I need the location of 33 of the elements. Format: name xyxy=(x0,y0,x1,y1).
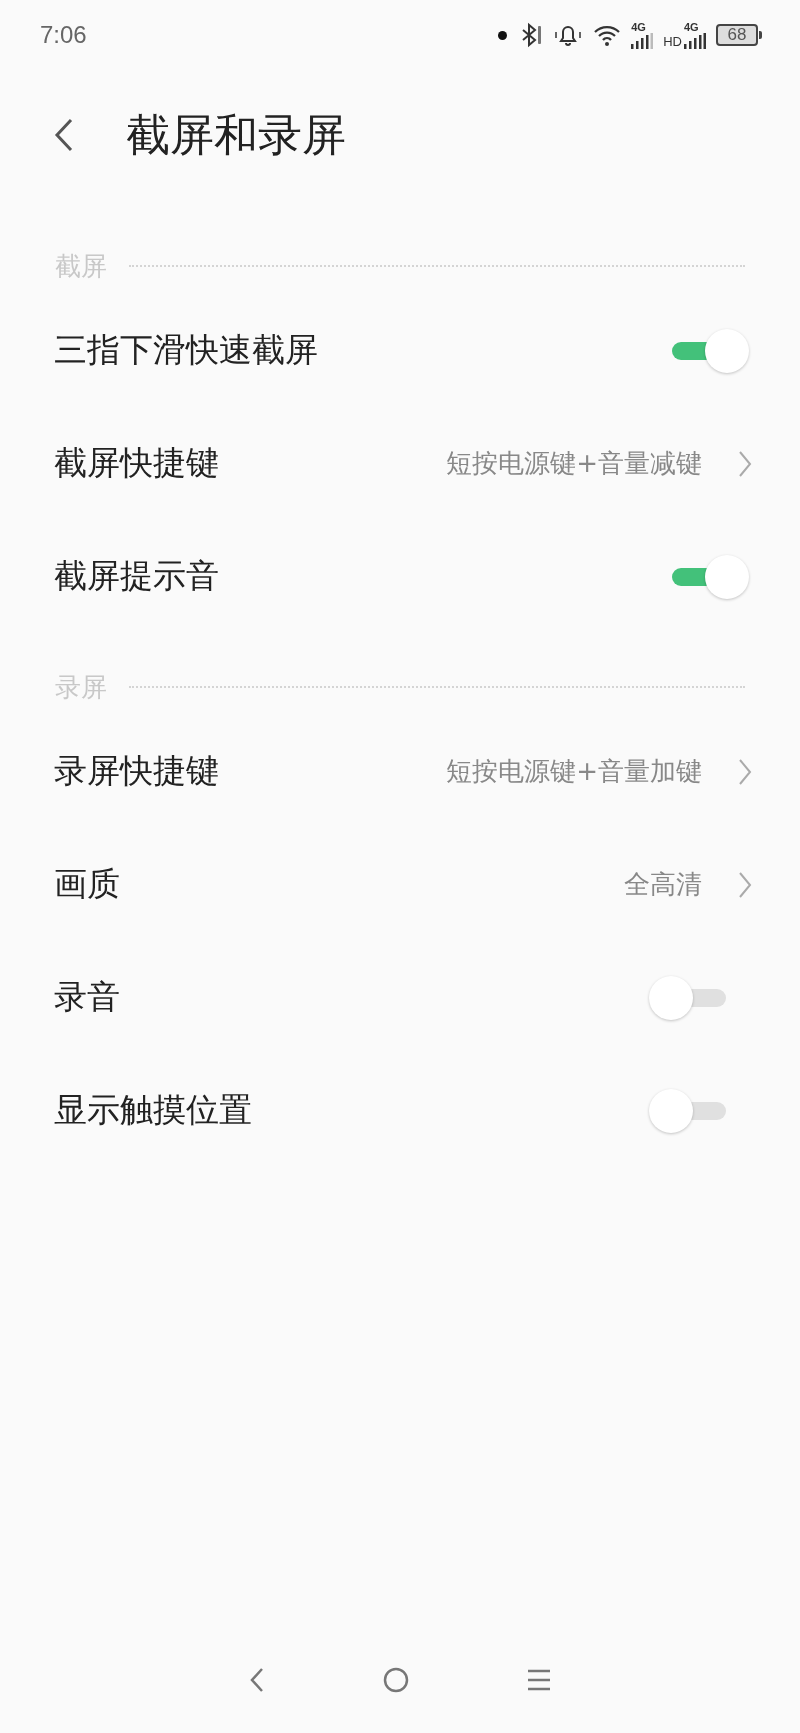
chevron-right-icon xyxy=(738,870,752,899)
chevron-right-icon xyxy=(738,449,752,478)
home-icon[interactable] xyxy=(383,1667,409,1693)
settings-row[interactable]: 三指下滑快速截屏 xyxy=(0,294,800,407)
settings-row[interactable]: 录音 xyxy=(0,941,800,1054)
row-value: 全高清 xyxy=(624,868,702,901)
page-title: 截屏和录屏 xyxy=(126,107,346,162)
settings-row[interactable]: 画质 全高清 xyxy=(0,828,800,941)
signal-icon xyxy=(684,32,706,49)
settings-row[interactable]: 显示触摸位置 xyxy=(0,1054,800,1167)
menu-icon[interactable] xyxy=(527,1669,551,1691)
settings-row[interactable]: 录屏快捷键 短按电源键+音量加键 xyxy=(0,715,800,828)
back-icon[interactable] xyxy=(249,1667,265,1693)
signal-icon xyxy=(631,32,654,49)
network-type-label: 4G xyxy=(684,21,699,33)
row-label: 三指下滑快速截屏 xyxy=(54,329,319,371)
wifi-icon xyxy=(593,23,622,47)
hd-label: HD xyxy=(663,33,682,49)
row-label: 显示触摸位置 xyxy=(54,1089,253,1131)
settings-row[interactable]: 截屏快捷键 短按电源键+音量减键 xyxy=(0,407,800,520)
row-label: 画质 xyxy=(54,863,121,905)
notification-dot-icon xyxy=(498,30,508,40)
back-icon[interactable] xyxy=(54,118,74,152)
row-label: 录屏快捷键 xyxy=(54,750,220,792)
settings-row[interactable]: 截屏提示音 xyxy=(0,520,800,633)
row-value: 短按电源键+音量减键 xyxy=(446,447,702,480)
row-label: 截屏提示音 xyxy=(54,555,220,597)
network-type-label: 4G xyxy=(631,21,646,33)
status-time: 7:06 xyxy=(40,21,87,49)
chevron-right-icon xyxy=(738,757,752,786)
row-value: 短按电源键+音量加键 xyxy=(446,755,702,788)
row-label: 录音 xyxy=(54,976,121,1018)
row-label: 截屏快捷键 xyxy=(54,442,220,484)
